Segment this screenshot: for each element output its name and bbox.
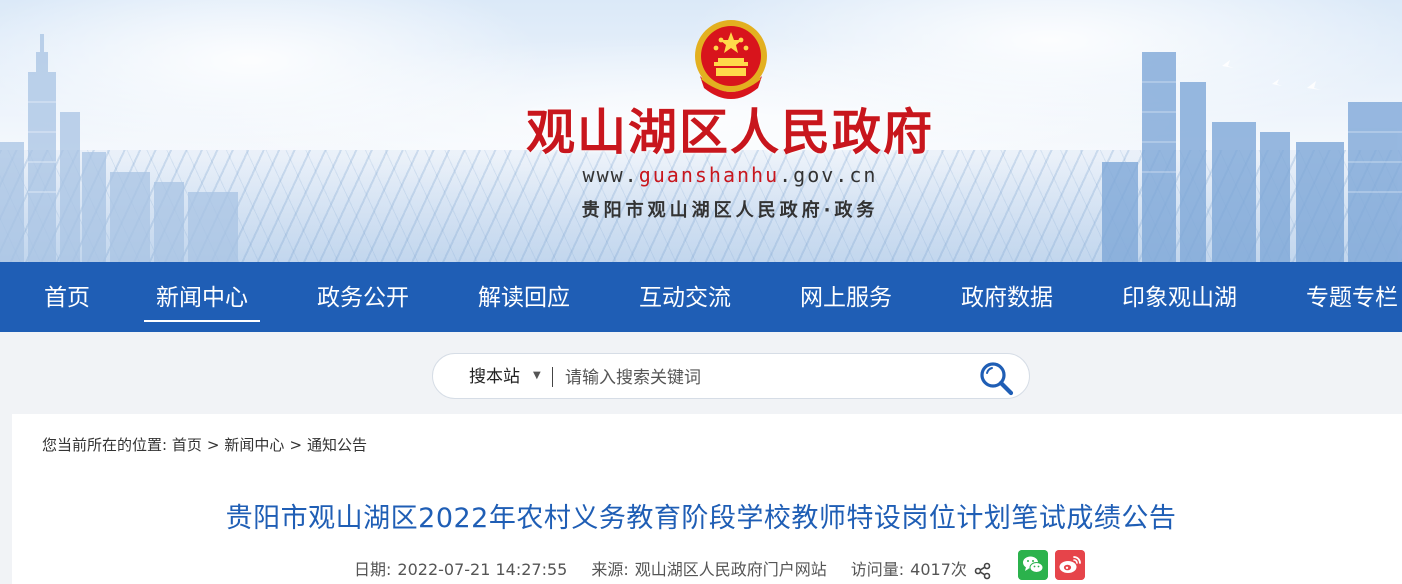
breadcrumb-link-home[interactable]: 首页 (172, 436, 202, 454)
breadcrumb-link-notices[interactable]: 通知公告 (307, 436, 367, 454)
breadcrumb-prefix: 您当前所在的位置: (42, 436, 172, 454)
search-divider (552, 367, 553, 387)
article-meta: 日期: 2022-07-21 14:27:55 来源: 观山湖区人民政府门户网站 访问量… (354, 556, 992, 580)
search-scope-select[interactable]: 搜本站 (469, 354, 520, 400)
left-skyline-graphic (0, 34, 238, 262)
weibo-icon[interactable] (1055, 550, 1085, 580)
breadcrumb-link-news[interactable]: 新闻中心 (224, 436, 284, 454)
site-title: 观山湖区人民政府 (525, 103, 934, 161)
national-emblem-icon (695, 20, 767, 99)
nav-item-special-topics[interactable]: 专题专栏 (1306, 262, 1398, 332)
url-suffix: .gov.cn (779, 163, 878, 187)
main-nav: 首页 新闻中心 政务公开 解读回应 互动交流 网上服务 政府数据 印象观山湖 专… (0, 262, 1402, 332)
url-highlight: guanshanhu (638, 163, 780, 187)
breadcrumb: 您当前所在的位置: 首页 > 新闻中心 > 通知公告 (42, 434, 367, 455)
nav-item-gov-data[interactable]: 政府数据 (961, 262, 1053, 332)
article-date: 2022-07-21 14:27:55 (397, 560, 568, 579)
article-source: 观山湖区人民政府门户网站 (634, 560, 827, 579)
chevron-down-icon[interactable]: ▼ (533, 354, 541, 398)
source-label: 来源: (591, 560, 629, 579)
nav-item-gov-affairs[interactable]: 政务公开 (317, 262, 409, 332)
breadcrumb-separator: > (206, 436, 220, 454)
views-label: 访问量: (850, 560, 905, 579)
nav-item-home[interactable]: 首页 (44, 262, 90, 332)
nav-item-interaction[interactable]: 互动交流 (639, 262, 731, 332)
article-title: 贵阳市观山湖区2022年农村义务教育阶段学校教师特设岗位计划笔试成绩公告 (225, 503, 1177, 534)
site-url: www.guanshanhu.gov.cn (560, 163, 900, 187)
breadcrumb-separator: > (289, 436, 303, 454)
share-icon[interactable] (974, 562, 992, 580)
url-prefix: www. (582, 163, 639, 187)
search-icon[interactable] (977, 359, 1015, 397)
search-bar: 搜本站 ▼ (432, 353, 1030, 399)
date-label: 日期: (354, 560, 392, 579)
nav-item-interpretation[interactable]: 解读回应 (478, 262, 570, 332)
search-input[interactable] (563, 362, 947, 394)
site-banner: 观山湖区人民政府 www.guanshanhu.gov.cn 贵阳市观山湖区人民… (0, 0, 1402, 262)
site-subtitle: 贵阳市观山湖区人民政府·政务 (581, 200, 879, 221)
nav-item-online-service[interactable]: 网上服务 (800, 262, 892, 332)
nav-item-news[interactable]: 新闻中心 (144, 262, 260, 332)
nav-item-impression[interactable]: 印象观山湖 (1122, 262, 1237, 332)
right-skyline-graphic (1102, 52, 1402, 262)
wechat-icon[interactable] (1018, 550, 1048, 580)
view-count: 4017次 (910, 560, 967, 579)
